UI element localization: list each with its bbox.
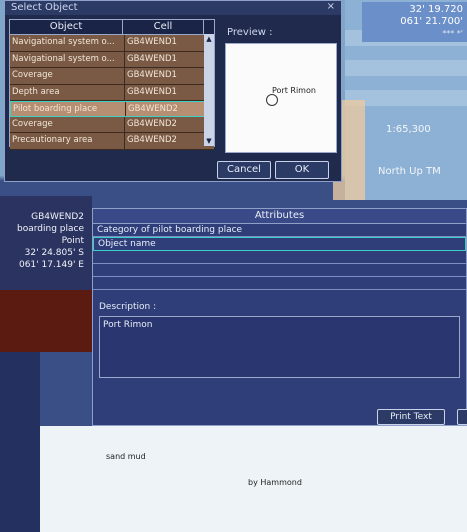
chart-land-area	[0, 290, 92, 352]
dialog-title: Select Object	[5, 1, 341, 15]
object-table: Object Cell Navigational system o... GB4…	[9, 19, 215, 150]
chart-seabed-label: sand mud	[106, 452, 146, 461]
row-object: Coverage	[10, 116, 125, 132]
row-object: Navigational system o...	[10, 35, 125, 51]
preview-object-name: Port Rimon	[272, 86, 316, 95]
table-row[interactable]: Navigational system o... GB4WEND1	[10, 51, 214, 68]
attribute-category[interactable]: Category of pilot boarding place	[93, 224, 466, 237]
table-row[interactable]: Coverage GB4WEND1	[10, 68, 214, 85]
info-latitude: 32' 24.805' S	[24, 248, 84, 258]
row-object: Coverage	[10, 68, 125, 84]
table-row[interactable]: Coverage GB4WEND2	[10, 116, 214, 133]
table-row[interactable]: Precautionary area GB4WEND2	[10, 133, 214, 150]
orientation-mode[interactable]: North Up TM	[378, 166, 441, 177]
side-strip	[0, 352, 40, 532]
table-scrollbar[interactable]: ▲ ▼	[204, 34, 214, 146]
info-cell: GB4WEND2	[31, 212, 84, 222]
column-header-object: Object	[10, 20, 123, 34]
print-text-button[interactable]: Print Text	[377, 409, 445, 425]
row-cell: GB4WEND1	[127, 37, 177, 47]
preview-pane: Port Rimon	[225, 43, 337, 153]
scale-label: 1:65,300	[386, 124, 431, 135]
table-row[interactable]: Navigational system o... GB4WEND1	[10, 35, 214, 52]
table-row-selected[interactable]: Pilot boarding place GB4WEND2	[10, 101, 214, 117]
table-header: Object Cell	[10, 20, 214, 35]
scroll-up-icon[interactable]: ▲	[205, 35, 213, 43]
latitude-readout: 32' 19.720	[409, 4, 463, 15]
row-cell: GB4WEND1	[127, 53, 177, 64]
position-readout: 32' 19.720 061' 21.700' *** *'	[362, 2, 467, 42]
close-icon[interactable]: ×	[327, 1, 335, 12]
row-object: Navigational system o...	[10, 51, 125, 67]
object-info-panel: GB4WEND2 boarding place Point 32' 24.805…	[0, 196, 92, 296]
select-object-dialog: Select Object × Object Cell Navigational…	[4, 0, 342, 182]
scroll-down-icon[interactable]: ▼	[205, 137, 213, 145]
ok-button[interactable]: OK	[275, 161, 329, 179]
cancel-button[interactable]: Cancel	[217, 161, 271, 179]
row-object: Pilot boarding place	[11, 102, 126, 116]
attribute-empty-row[interactable]	[93, 264, 466, 277]
description-field[interactable]: Port Rimon	[99, 316, 460, 378]
row-cell: GB4WEND2	[128, 104, 178, 114]
row-cell: GB4WEND1	[127, 70, 177, 80]
attribute-empty-row[interactable]	[93, 277, 466, 290]
pilot-boarding-symbol-icon	[266, 94, 278, 106]
row-object: Depth area	[10, 84, 125, 100]
row-cell: GB4WEND1	[127, 86, 177, 97]
attribute-object-name[interactable]: Object name	[93, 237, 466, 251]
nautical-chart[interactable]: sand mud by Hammond	[40, 426, 467, 532]
description-label: Description :	[99, 302, 157, 312]
preview-label: Preview :	[227, 27, 273, 38]
row-cell: GB4WEND2	[127, 118, 177, 129]
chart-band	[345, 60, 467, 76]
info-longitude: 061' 17.149' E	[18, 260, 84, 270]
extra-button[interactable]	[457, 409, 467, 425]
row-cell: GB4WEND2	[127, 135, 177, 145]
attribute-empty-row[interactable]	[93, 251, 466, 264]
attributes-header: Attributes	[93, 209, 466, 224]
readout-extra: *** *'	[442, 29, 463, 38]
attributes-panel: Attributes Category of pilot boarding pl…	[92, 208, 467, 426]
column-header-cell: Cell	[123, 20, 204, 34]
row-object: Precautionary area	[10, 133, 125, 149]
chart-place-label: by Hammond	[248, 478, 302, 487]
info-geometry: Point	[61, 236, 84, 246]
info-type: boarding place	[17, 224, 84, 234]
table-row[interactable]: Depth area GB4WEND1	[10, 84, 214, 101]
longitude-readout: 061' 21.700'	[400, 16, 463, 27]
